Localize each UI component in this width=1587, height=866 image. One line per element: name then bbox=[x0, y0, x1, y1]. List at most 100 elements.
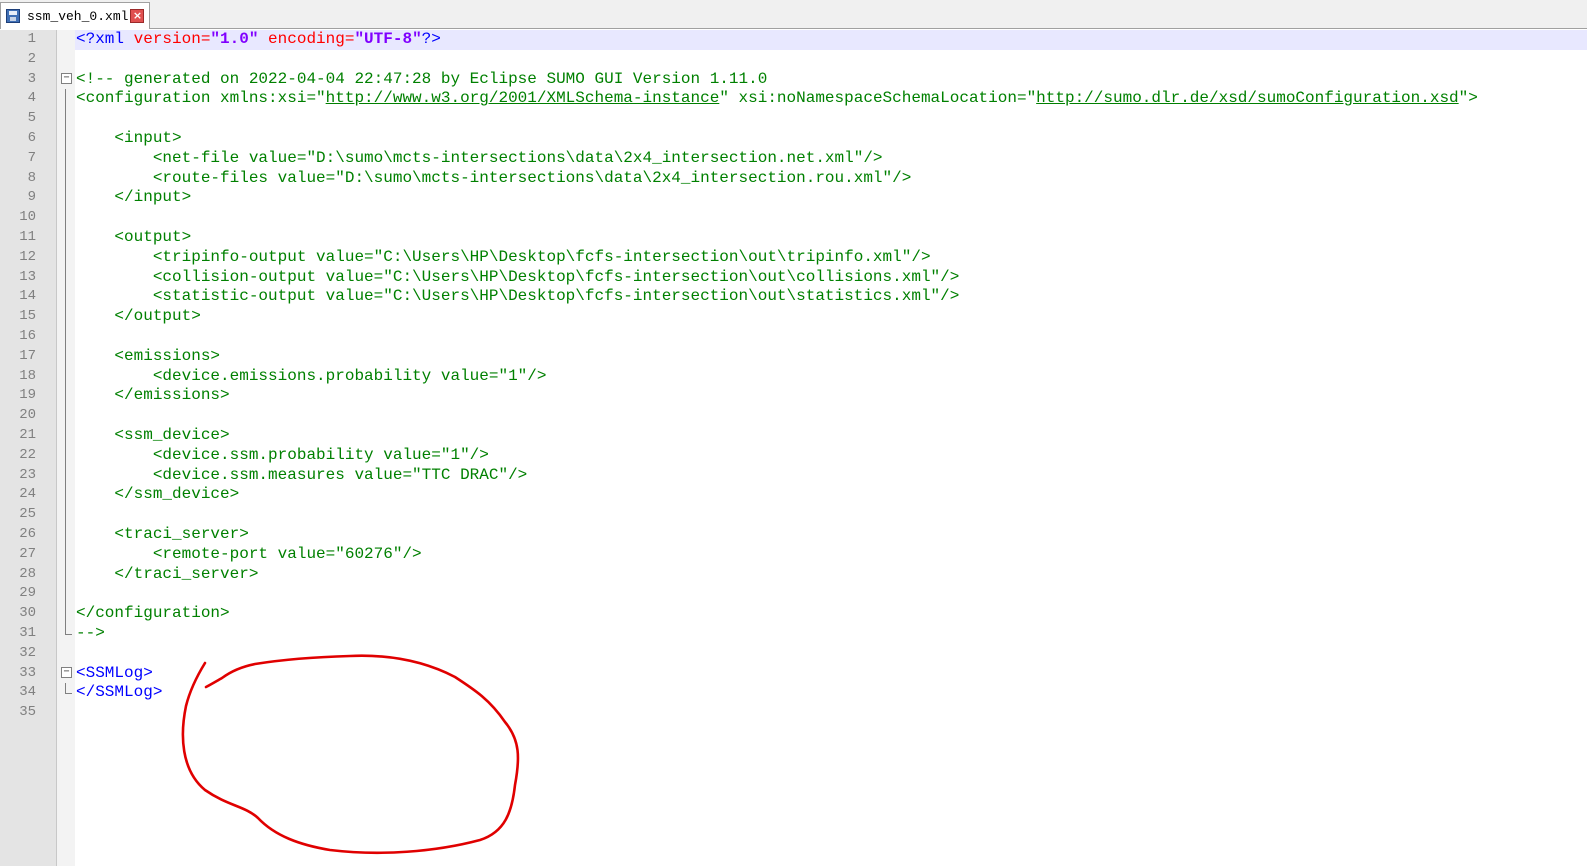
code-token: <emissions> bbox=[76, 346, 221, 365]
line-number: 8 bbox=[27, 169, 36, 186]
code-line[interactable]: 1 <?xml version="1.0" encoding="UTF-8"?> bbox=[0, 30, 1587, 50]
line-text: <device.ssm.probability value="1"/> bbox=[76, 446, 489, 466]
code-token: </SSMLog> bbox=[76, 683, 163, 702]
line-number: 30 bbox=[19, 605, 36, 622]
line-text: <tripinfo-output value="C:\Users\HP\Desk… bbox=[76, 248, 931, 268]
line-number: 24 bbox=[19, 486, 36, 503]
line-text: <?xml version="1.0" encoding="UTF-8"?> bbox=[76, 30, 441, 50]
line-text: <ssm_device> bbox=[76, 426, 229, 446]
code-token: "> bbox=[1458, 89, 1478, 108]
code-line[interactable]: 9 </input> bbox=[0, 188, 1587, 209]
fold-line bbox=[65, 485, 66, 506]
fold-line bbox=[65, 287, 66, 308]
fold-line bbox=[65, 128, 66, 149]
fold-line bbox=[65, 564, 66, 585]
fold-line bbox=[65, 307, 66, 328]
code-line[interactable]: 11 <output> bbox=[0, 227, 1587, 248]
code-line[interactable]: 13 <collision-output value="C:\Users\HP\… bbox=[0, 267, 1587, 288]
code-line[interactable]: 24 </ssm_device> bbox=[0, 485, 1587, 506]
line-number: 29 bbox=[19, 585, 36, 602]
line-number: 28 bbox=[19, 565, 36, 582]
code-line[interactable]: 19 </emissions> bbox=[0, 386, 1587, 407]
line-number: 7 bbox=[27, 149, 36, 166]
code-line[interactable]: 2 bbox=[0, 50, 1587, 70]
fold-line bbox=[65, 168, 66, 189]
close-icon[interactable]: × bbox=[130, 9, 145, 23]
code-line[interactable]: 32 bbox=[0, 644, 1587, 664]
line-number: 9 bbox=[27, 189, 36, 206]
tab-filename: ssm_veh_0.xml bbox=[27, 8, 129, 24]
code-line[interactable]: 22 <device.ssm.probability value="1"/> bbox=[0, 445, 1587, 466]
code-line[interactable]: 5 bbox=[0, 109, 1587, 130]
code-editor[interactable]: 1 <?xml version="1.0" encoding="UTF-8"?> 2… bbox=[0, 30, 1587, 723]
code-token: " xsi:noNamespaceSchemaLocation=" bbox=[719, 89, 1037, 108]
fold-line bbox=[65, 524, 66, 545]
code-line[interactable]: 20 bbox=[0, 406, 1587, 427]
fold-line bbox=[65, 326, 66, 347]
line-number: 14 bbox=[19, 288, 36, 305]
code-line[interactable]: 27 <remote-port value="60276"/> bbox=[0, 544, 1587, 565]
code-line[interactable]: 16 bbox=[0, 326, 1587, 347]
fold-line bbox=[65, 604, 66, 625]
line-text: <emissions> bbox=[76, 347, 220, 367]
code-line[interactable]: 30 </configuration> bbox=[0, 604, 1587, 625]
save-icon bbox=[6, 9, 20, 23]
url-link[interactable]: http://www.w3.org/2001/XMLSchema-instanc… bbox=[326, 89, 720, 107]
code-line[interactable]: 17 <emissions> bbox=[0, 346, 1587, 367]
code-token: <route-files value="D:\sumo\mcts-interse… bbox=[76, 168, 912, 187]
code-token: "UTF-8" bbox=[354, 30, 422, 48]
code-token: </configuration> bbox=[76, 604, 230, 623]
line-text: <!-- generated on 2022-04-04 22:47:28 by… bbox=[76, 70, 767, 90]
line-text: </traci_server> bbox=[76, 565, 258, 585]
code-line[interactable]: 3 − <!-- generated on 2022-04-04 22:47:28 … bbox=[0, 70, 1587, 90]
file-tab[interactable]: ssm_veh_0.xml × bbox=[0, 2, 150, 29]
code-token: <collision-output value="C:\Users\HP\Des… bbox=[76, 267, 960, 286]
code-line[interactable]: 10 bbox=[0, 208, 1587, 229]
line-number: 11 bbox=[19, 228, 36, 245]
line-number: 6 bbox=[27, 129, 36, 146]
fold-line bbox=[65, 425, 66, 446]
code-token: --> bbox=[76, 623, 105, 642]
code-line[interactable]: 33 − <SSMLog> bbox=[0, 664, 1587, 684]
line-number: 25 bbox=[19, 506, 36, 523]
line-text: </configuration> bbox=[76, 604, 230, 624]
fold-line bbox=[65, 188, 66, 209]
line-text: <output> bbox=[76, 228, 191, 248]
code-line[interactable]: 8 <route-files value="D:\sumo\mcts-inter… bbox=[0, 168, 1587, 189]
line-text: <configuration xmlns:xsi="http://www.w3.… bbox=[76, 89, 1478, 109]
code-line[interactable]: 4 <configuration xmlns:xsi="http://www.w3… bbox=[0, 89, 1587, 110]
line-number: 20 bbox=[19, 407, 36, 424]
url-link[interactable]: http://sumo.dlr.de/xsd/sumoConfiguration… bbox=[1036, 89, 1458, 107]
code-token: </output> bbox=[76, 307, 201, 326]
code-line[interactable]: 6 <input> bbox=[0, 128, 1587, 149]
code-line[interactable]: 31 --> bbox=[0, 623, 1587, 644]
code-line[interactable]: 14 <statistic-output value="C:\Users\HP\… bbox=[0, 287, 1587, 308]
code-line[interactable]: 21 <ssm_device> bbox=[0, 425, 1587, 446]
code-line[interactable]: 12 <tripinfo-output value="C:\Users\HP\D… bbox=[0, 247, 1587, 268]
fold-toggle-icon[interactable]: − bbox=[61, 72, 72, 84]
fold-line bbox=[65, 247, 66, 268]
code-token: <?xml bbox=[76, 30, 134, 48]
line-text: </emissions> bbox=[76, 386, 229, 406]
code-line[interactable]: 7 <net-file value="D:\sumo\mcts-intersec… bbox=[0, 148, 1587, 169]
code-line[interactable]: 18 <device.emissions.probability value="… bbox=[0, 366, 1587, 387]
code-line[interactable]: 28 </traci_server> bbox=[0, 564, 1587, 585]
code-line[interactable]: 34 </SSMLog> bbox=[0, 683, 1587, 703]
code-token: encoding= bbox=[258, 30, 355, 48]
fold-line bbox=[65, 208, 66, 229]
code-token: <SSMLog> bbox=[76, 663, 153, 682]
fold-toggle-icon[interactable]: − bbox=[61, 666, 72, 678]
line-text: </output> bbox=[76, 307, 201, 327]
fold-line bbox=[65, 406, 66, 427]
code-line[interactable]: 15 </output> bbox=[0, 307, 1587, 328]
line-number: 5 bbox=[27, 110, 36, 127]
code-token: </ssm_device> bbox=[76, 485, 240, 504]
code-line[interactable]: 23 <device.ssm.measures value="TTC DRAC"… bbox=[0, 465, 1587, 486]
code-token: <device.ssm.measures value="TTC DRAC"/> bbox=[76, 465, 528, 484]
code-line[interactable]: 29 bbox=[0, 584, 1587, 605]
code-token: <device.ssm.probability value="1"/> bbox=[76, 445, 489, 464]
code-line[interactable]: 35 bbox=[0, 703, 1587, 723]
code-line[interactable]: 25 bbox=[0, 505, 1587, 526]
code-line[interactable]: 26 <traci_server> bbox=[0, 524, 1587, 545]
line-text: <net-file value="D:\sumo\mcts-intersecti… bbox=[76, 149, 883, 169]
